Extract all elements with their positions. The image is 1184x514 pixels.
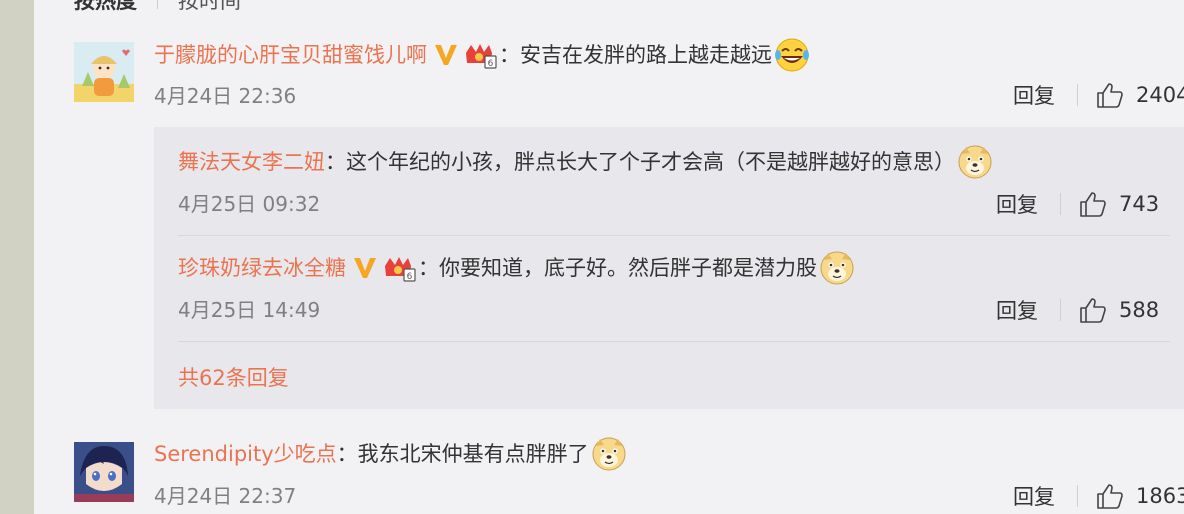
thumbs-up-icon[interactable]	[1096, 482, 1124, 510]
sort-hot-tab[interactable]: 按热度	[74, 0, 137, 15]
member-crown-icon: 6	[463, 41, 497, 69]
left-rail	[0, 0, 34, 514]
reply-button[interactable]: 回复	[996, 189, 1038, 219]
action-divider	[1077, 84, 1078, 106]
reply-username[interactable]: 舞法天女李二妞	[178, 148, 325, 176]
comment-colon: ：	[336, 442, 358, 466]
view-all-replies-link[interactable]: 共62条回复	[178, 362, 289, 392]
reply-text: 这个年纪的小孩，胖点长大了个子才会高（不是越胖越好的意思）	[346, 150, 955, 174]
reply-line: 舞法天女李二妞 ： 这个年纪的小孩，胖点长大了个子才会高（不是越胖越好的意思）	[178, 144, 993, 180]
comment-text: 我东北宋仲基有点胖胖了	[357, 442, 589, 466]
avatar[interactable]	[74, 42, 134, 102]
reply-divider	[178, 341, 1170, 342]
laugh-cry-emoji-icon	[774, 37, 810, 73]
svg-text:6: 6	[488, 59, 494, 69]
comment-username[interactable]: 于朦胧的心肝宝贝甜蜜饯儿啊	[154, 41, 427, 69]
comment-colon: ：	[499, 43, 520, 67]
sort-divider	[157, 0, 158, 9]
reply-button[interactable]: 回复	[996, 295, 1038, 325]
action-divider	[1060, 299, 1061, 321]
reply-button[interactable]: 回复	[1013, 80, 1055, 110]
reply-button[interactable]: 回复	[1013, 481, 1055, 511]
reply-colon: ：	[325, 150, 346, 174]
reply-time: 4月25日 09:32	[178, 192, 321, 216]
like-count: 588	[1119, 298, 1160, 322]
comment-time: 4月24日 22:36	[154, 84, 297, 108]
comment-line: Serendipity少吃点 ： 我东北宋仲基有点胖胖了	[154, 436, 627, 472]
avatar[interactable]	[74, 442, 134, 502]
reply-colon: ：	[418, 256, 439, 280]
reply-line: 珍珠奶绿去冰全糖 6 ： 你要知道，底子好。然后胖子都是潜力股	[178, 250, 855, 286]
reply-divider	[178, 235, 1170, 236]
verified-v-icon	[352, 256, 378, 280]
svg-text:6: 6	[407, 272, 413, 282]
action-divider	[1077, 485, 1078, 507]
sort-time-tab[interactable]: 按时间	[178, 0, 241, 15]
comment-line: 于朦胧的心肝宝贝甜蜜饯儿啊 6 ： 安吉在发胖的路上越走越远	[154, 37, 810, 73]
thumbs-up-icon[interactable]	[1079, 296, 1107, 324]
doge-emoji-icon	[819, 250, 855, 286]
reply-time: 4月25日 14:49	[178, 298, 321, 322]
thumbs-up-icon[interactable]	[1096, 81, 1124, 109]
reply-actions: 回复 743	[996, 189, 1159, 219]
doge-emoji-icon	[957, 144, 993, 180]
verified-v-icon	[433, 43, 459, 67]
doge-emoji-icon	[591, 436, 627, 472]
comment-actions: 回复 2404	[1013, 80, 1184, 110]
comment-text: 安吉在发胖的路上越走越远	[520, 43, 772, 67]
action-divider	[1060, 193, 1061, 215]
comment-time: 4月24日 22:37	[154, 484, 297, 508]
like-count: 743	[1119, 192, 1160, 216]
member-crown-icon: 6	[382, 254, 416, 282]
reply-username[interactable]: 珍珠奶绿去冰全糖	[178, 254, 346, 282]
comment-actions: 回复 1863	[1013, 481, 1184, 511]
like-count: 1863	[1136, 484, 1184, 508]
comment-username[interactable]: Serendipity少吃点	[154, 440, 337, 468]
reply-text: 你要知道，底子好。然后胖子都是潜力股	[439, 256, 817, 280]
sort-bar: 按热度 按时间	[74, 0, 241, 14]
like-count: 2404	[1136, 83, 1184, 107]
thumbs-up-icon[interactable]	[1079, 190, 1107, 218]
reply-actions: 回复 588	[996, 295, 1159, 325]
